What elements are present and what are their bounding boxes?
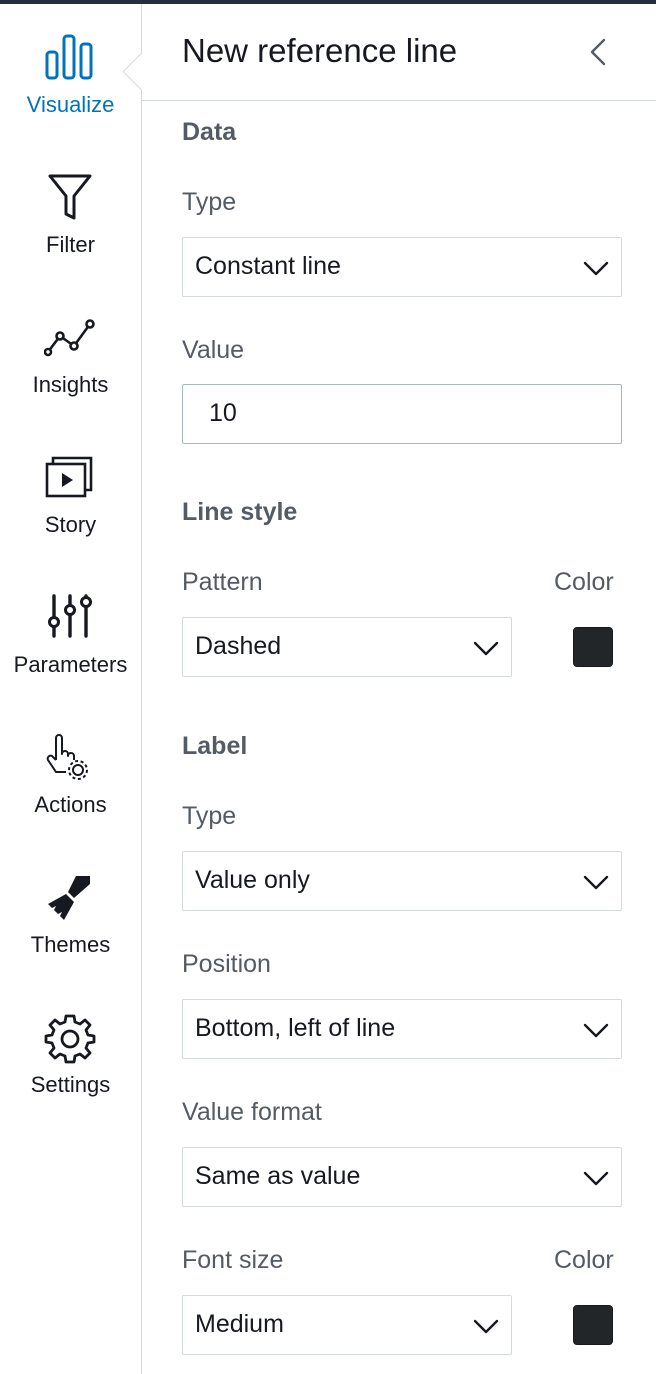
section-title-line-style: Line style [182,498,298,526]
bar-chart-icon [45,34,93,80]
sidebar-item-label: Parameters [13,652,128,677]
label-type-label: Type [182,802,237,830]
position-select[interactable]: Bottom, left of line [182,999,622,1059]
sidebar-item-label: Story [44,512,97,537]
reference-line-panel: New reference line Data Type Constant li… [142,4,656,1374]
sidebar-item-filter[interactable]: Filter [0,166,141,276]
sidebar-item-visualize[interactable]: Visualize [0,26,141,136]
gear-icon [44,1014,96,1064]
sidebar-item-actions[interactable]: Actions [0,726,141,836]
label-color-label: Color [554,1246,614,1274]
paint-brush-icon [48,876,90,920]
chevron-down-icon [473,1319,499,1334]
section-title-label: Label [182,732,248,760]
sidebar: Visualize Filter Insights Story Paramete… [0,4,142,1374]
select-value: Same as value [195,1162,361,1190]
panel-header: New reference line [142,4,656,101]
page-title: New reference line [182,32,458,69]
story-play-icon [45,456,93,498]
sidebar-item-label: Insights [32,372,109,397]
chevron-left-icon[interactable] [580,32,620,72]
pattern-label: Pattern [182,568,263,596]
input-value: 10 [209,399,237,427]
sidebar-item-story[interactable]: Story [0,446,141,556]
sidebar-item-label: Visualize [26,92,115,117]
pattern-select[interactable]: Dashed [182,617,512,677]
sidebar-item-settings[interactable]: Settings [0,1006,141,1116]
sidebar-item-label: Settings [30,1072,111,1097]
value-input[interactable]: 10 [182,384,622,444]
label-color-swatch[interactable] [573,1305,613,1345]
sliders-icon [48,594,92,638]
value-label: Value [182,336,245,364]
chevron-down-icon [583,1023,609,1038]
select-value: Value only [195,866,310,894]
chevron-down-icon [583,1171,609,1186]
font-size-label: Font size [182,1246,284,1274]
select-value: Medium [195,1310,284,1338]
sidebar-item-label: Themes [30,932,111,957]
line-color-swatch[interactable] [573,627,613,667]
select-value: Dashed [195,632,282,660]
chevron-down-icon [583,261,609,276]
select-value: Constant line [195,252,341,280]
sidebar-item-themes[interactable]: Themes [0,866,141,976]
sidebar-item-label: Filter [46,232,95,257]
data-type-select[interactable]: Constant line [182,237,622,297]
chevron-down-icon [473,641,499,656]
pointer-gear-icon [46,734,88,780]
select-value: Bottom, left of line [195,1014,396,1042]
font-size-select[interactable]: Medium [182,1295,512,1355]
sidebar-item-parameters[interactable]: Parameters [0,586,141,696]
data-type-label: Type [182,188,237,216]
sidebar-item-label: Actions [34,792,107,817]
line-color-label: Color [554,568,614,596]
label-type-select[interactable]: Value only [182,851,622,911]
section-title-data: Data [182,118,237,146]
line-insight-icon [44,319,95,357]
value-format-label: Value format [182,1098,322,1126]
position-label: Position [182,950,271,978]
chevron-down-icon [583,875,609,890]
value-format-select[interactable]: Same as value [182,1147,622,1207]
filter-icon [48,174,92,220]
sidebar-item-insights[interactable]: Insights [0,306,141,416]
